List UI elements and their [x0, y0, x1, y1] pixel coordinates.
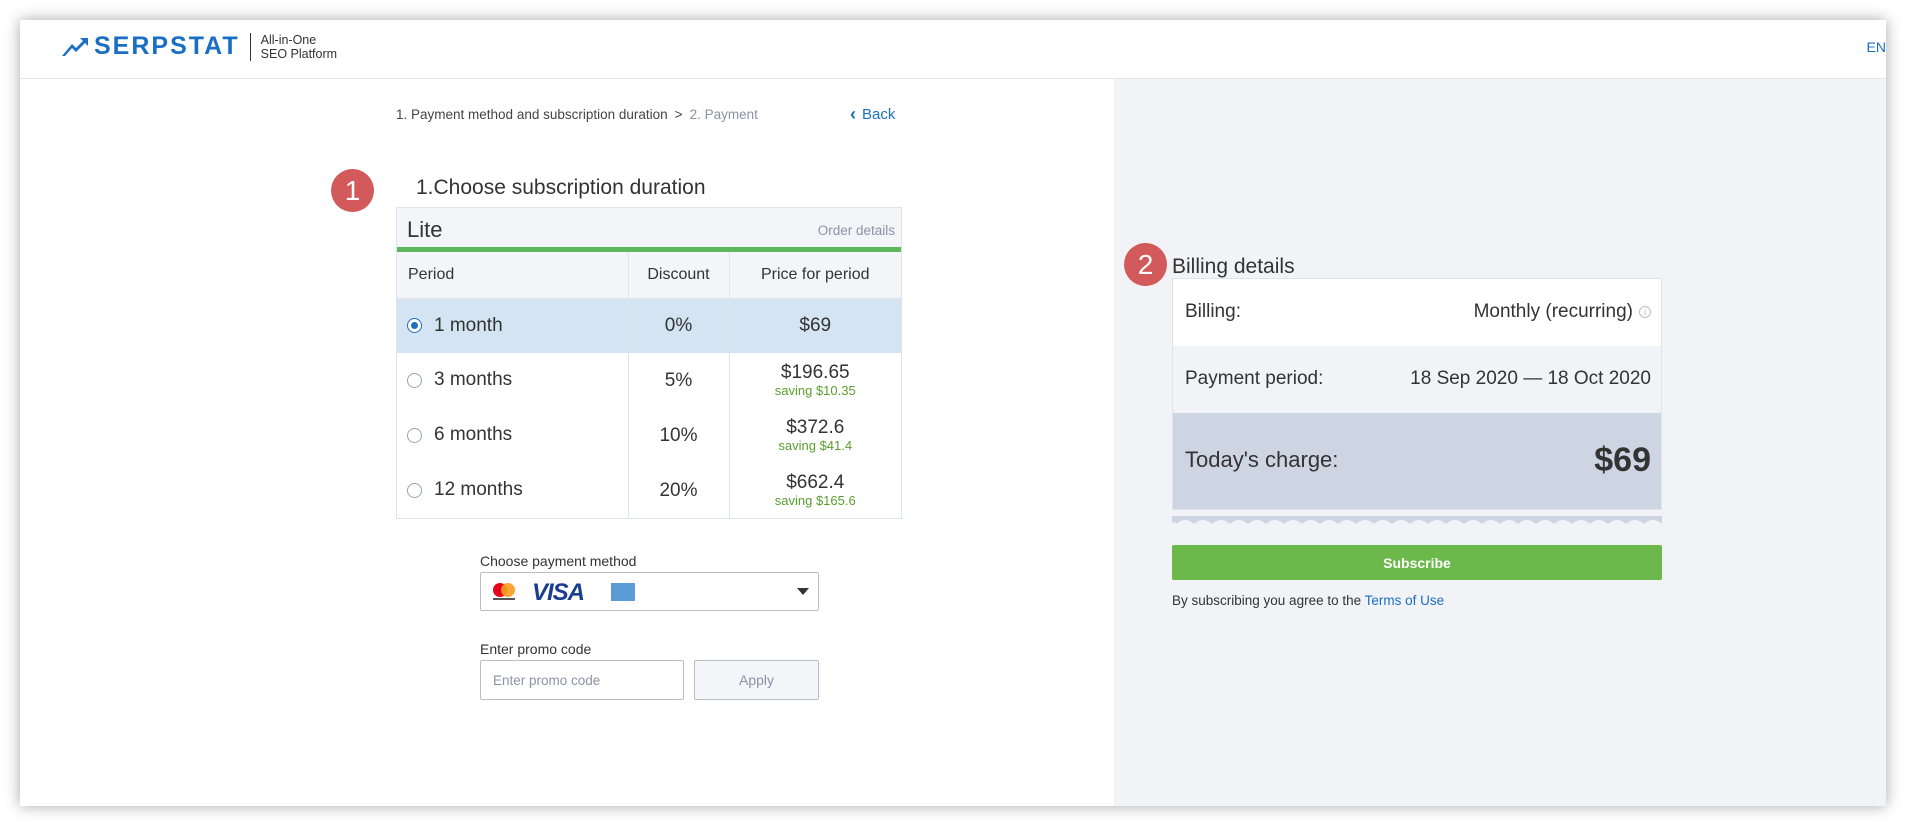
- language-selector[interactable]: EN: [1867, 39, 1886, 55]
- table-row[interactable]: 6 months 10% $372.6 saving $41.4: [397, 408, 901, 463]
- period-radio[interactable]: [407, 372, 422, 388]
- logo-mark-icon: [62, 37, 88, 56]
- column-header-price: Price for period: [729, 252, 901, 299]
- todays-charge-value: $69: [1594, 441, 1651, 479]
- todays-charge-label: Today's charge:: [1185, 447, 1339, 472]
- chevron-left-icon: ‹: [850, 104, 856, 124]
- column-header-period: Period: [397, 252, 629, 299]
- discount-cell: 5%: [628, 353, 730, 408]
- chevron-down-icon: [797, 588, 809, 595]
- subscription-table: Lite Order details Period Discount Price…: [396, 207, 902, 519]
- billing-title: Billing details: [1172, 255, 1295, 278]
- plan-name: Lite: [407, 217, 443, 242]
- receipt-wave-edge: [1172, 516, 1662, 524]
- table-row[interactable]: 1 month 0% $69: [397, 298, 901, 353]
- order-details-link[interactable]: Order details: [818, 223, 895, 238]
- period-label: 3 months: [434, 369, 513, 391]
- period-label: 6 months: [434, 424, 513, 446]
- breadcrumb-step-2: 2. Payment: [689, 107, 758, 122]
- discount-cell: 10%: [628, 408, 730, 463]
- price-value: $196.65: [780, 361, 850, 383]
- promo-code-label: Enter promo code: [480, 641, 592, 657]
- saving-text: saving $41.4: [778, 437, 853, 453]
- billing-value: Monthly (recurring) i: [1474, 301, 1651, 323]
- logo-subtitle: All-in-One SEO Platform: [261, 33, 337, 61]
- terms-of-use-link[interactable]: Terms of Use: [1365, 593, 1445, 608]
- step-badge-1: 1: [331, 169, 374, 212]
- logo-subtitle-line1: All-in-One: [260, 32, 317, 47]
- price-cell: $372.6 saving $41.4: [729, 408, 901, 463]
- table-row[interactable]: 12 months 20% $662.4 saving $165.6: [397, 463, 901, 518]
- discount-cell: 0%: [628, 298, 730, 353]
- subscription-title: 1.Choose subscription duration: [416, 176, 706, 199]
- step-badge-2: 2: [1124, 243, 1167, 286]
- period-cell[interactable]: 12 months: [397, 463, 629, 518]
- logo-divider: [249, 32, 251, 61]
- billing-label: Billing:: [1185, 301, 1241, 322]
- apply-button[interactable]: Apply: [694, 660, 819, 700]
- period-cell[interactable]: 6 months: [397, 408, 629, 463]
- price-cell: $69: [729, 298, 901, 353]
- amex-icon: [611, 583, 635, 601]
- back-link[interactable]: ‹ Back: [850, 104, 896, 124]
- breadcrumb: 1. Payment method and subscription durat…: [396, 107, 758, 122]
- info-icon[interactable]: i: [1639, 305, 1651, 318]
- payment-method-select[interactable]: VISA: [480, 572, 819, 611]
- terms-notice: By subscribing you agree to the Terms of…: [1172, 593, 1444, 608]
- price-value: $662.4: [786, 471, 845, 493]
- price-value: $69: [799, 314, 832, 336]
- period-radio[interactable]: [407, 318, 422, 334]
- table-header-row: Period Discount Price for period: [397, 252, 901, 299]
- logo-text: SERPSTAT: [94, 32, 240, 60]
- billing-row: Billing: Monthly (recurring) i: [1173, 279, 1661, 346]
- table-row[interactable]: 3 months 5% $196.65 saving $10.35: [397, 353, 901, 408]
- period-cell[interactable]: 1 month: [397, 298, 629, 353]
- price-value: $372.6: [786, 416, 845, 438]
- payment-period-value: 18 Sep 2020 — 18 Oct 2020: [1410, 368, 1651, 389]
- discount-cell: 20%: [628, 463, 730, 518]
- column-header-discount: Discount: [628, 252, 730, 299]
- billing-details-card: Billing: Monthly (recurring) i Payment pe…: [1172, 278, 1662, 510]
- todays-charge-row: Today's charge: $69: [1173, 413, 1661, 509]
- promo-code-input[interactable]: [480, 660, 684, 700]
- period-label: 1 month: [434, 314, 503, 336]
- top-header: SERPSTAT All-in-One SEO Platform EN: [20, 20, 1886, 79]
- back-label: Back: [862, 106, 896, 123]
- subscribe-button[interactable]: Subscribe: [1172, 545, 1662, 580]
- saving-text: saving $165.6: [774, 492, 856, 508]
- visa-icon: VISA: [532, 579, 585, 606]
- plan-header: Lite Order details: [397, 208, 901, 252]
- payment-method-label: Choose payment method: [480, 553, 637, 569]
- terms-notice-text: By subscribing you agree to the: [1172, 593, 1365, 608]
- billing-value-text: Monthly (recurring): [1473, 301, 1633, 322]
- breadcrumb-separator: >: [674, 107, 683, 122]
- logo-subtitle-line2: SEO Platform: [260, 46, 338, 61]
- serpstat-logo[interactable]: SERPSTAT All-in-One SEO Platform: [60, 32, 337, 61]
- saving-text: saving $10.35: [774, 382, 856, 398]
- period-cell[interactable]: 3 months: [397, 353, 629, 408]
- mastercard-icon: [493, 583, 515, 600]
- period-radio[interactable]: [407, 427, 422, 443]
- period-radio[interactable]: [407, 482, 422, 498]
- breadcrumb-step-1[interactable]: 1. Payment method and subscription durat…: [396, 107, 668, 122]
- price-cell: $196.65 saving $10.35: [729, 353, 901, 408]
- period-table: Period Discount Price for period 1 month…: [397, 252, 901, 518]
- payment-period-label: Payment period:: [1185, 368, 1324, 389]
- payment-period-row: Payment period: 18 Sep 2020 — 18 Oct 202…: [1173, 346, 1661, 413]
- price-cell: $662.4 saving $165.6: [729, 463, 901, 518]
- period-label: 12 months: [434, 479, 523, 501]
